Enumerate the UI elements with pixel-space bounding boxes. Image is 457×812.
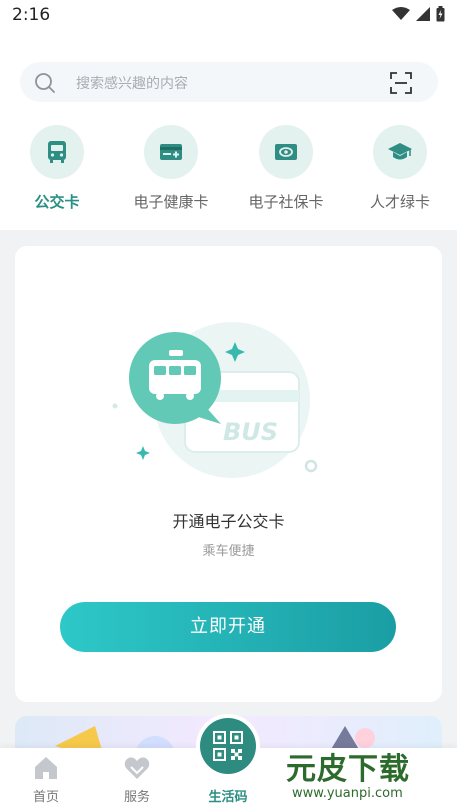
graduation-cap-icon — [388, 143, 412, 160]
illustration-bus-text: BUS — [223, 418, 278, 446]
quick-icon-circle — [144, 125, 198, 179]
quick-item-health-card[interactable]: 电子健康卡 — [114, 125, 228, 212]
home-icon — [35, 757, 57, 779]
watermark-brand: 元皮下载 — [286, 752, 410, 787]
quick-label: 人才绿卡 — [369, 193, 430, 211]
search-placeholder: 搜索感兴趣的内容 — [76, 76, 188, 92]
health-card-icon — [160, 144, 182, 160]
watermark-url: www.yuanpi.com — [292, 786, 403, 801]
bus-card-panel: BUS 开通电子公交卡 乘车便捷 立即开通 — [15, 246, 442, 702]
watermark-logo: 元皮下载 www.yuanpi.com — [278, 740, 457, 812]
search-bar[interactable]: 搜索感兴趣的内容 — [20, 62, 438, 102]
tab-home[interactable]: 首页 — [6, 752, 86, 805]
scan-icon[interactable] — [390, 72, 412, 94]
card-subtitle: 乘车便捷 — [202, 544, 255, 559]
bus-icon — [48, 141, 66, 163]
tab-label: 服务 — [123, 790, 150, 805]
search-icon — [35, 73, 55, 93]
quick-label: 电子社保卡 — [248, 193, 324, 211]
quick-item-talent-card[interactable]: 人才绿卡 — [343, 125, 457, 212]
life-code-qr-button[interactable] — [200, 718, 256, 774]
quick-label: 公交卡 — [34, 193, 80, 211]
quick-item-bus-card[interactable]: 公交卡 — [0, 125, 114, 212]
bus-card-illustration: BUS — [112, 322, 318, 478]
quick-item-social-security-card[interactable]: 电子社保卡 — [229, 125, 343, 212]
qr-code-icon — [213, 731, 243, 761]
quick-label: 电子健康卡 — [133, 193, 209, 211]
status-bar: 2:16 — [0, 0, 457, 32]
heart-hands-icon — [124, 757, 150, 779]
card-title: 开通电子公交卡 — [172, 512, 285, 531]
signal-icon — [416, 7, 430, 21]
quick-icon-circle — [259, 125, 313, 179]
quick-access-row: 公交卡 电子健康卡 电子社保卡 人才绿卡 — [0, 125, 457, 215]
activate-button[interactable]: 立即开通 — [60, 602, 396, 652]
quick-icon-circle — [373, 125, 427, 179]
wifi-icon — [392, 7, 410, 20]
tab-label: 生活码 — [208, 790, 248, 805]
quick-icon-circle — [30, 125, 84, 179]
social-security-card-icon — [275, 144, 297, 160]
tab-service[interactable]: 服务 — [97, 752, 177, 805]
battery-icon — [436, 6, 445, 22]
system-icons — [392, 6, 445, 22]
tab-label: 首页 — [32, 790, 59, 805]
status-time: 2:16 — [12, 5, 51, 25]
